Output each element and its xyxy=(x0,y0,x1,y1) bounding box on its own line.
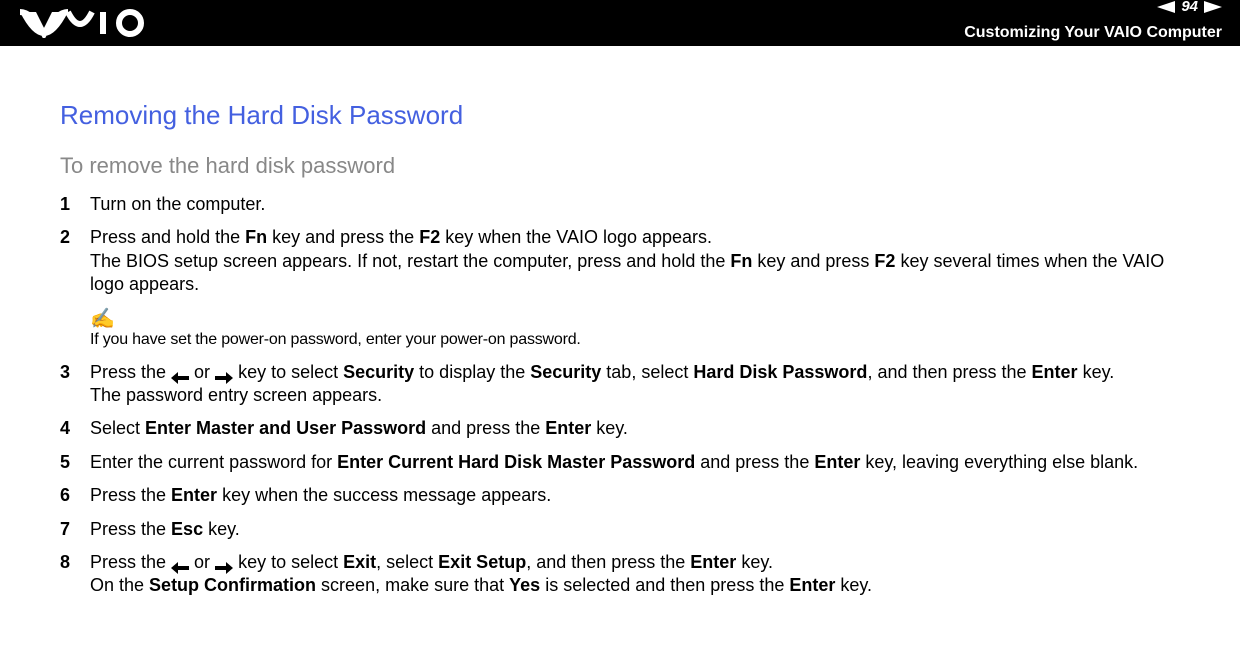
key-label: Enter xyxy=(545,418,591,438)
ui-label: Security xyxy=(343,362,414,382)
key-label: Fn xyxy=(730,251,752,271)
step-text: screen, make sure that xyxy=(316,575,509,595)
step-text: key. xyxy=(591,418,628,438)
step-item: 3 Press the or key to select Security to… xyxy=(60,361,1180,408)
key-label: Enter xyxy=(171,485,217,505)
step-text: Select xyxy=(90,418,145,438)
step-body: Select Enter Master and User Password an… xyxy=(90,417,1180,440)
step-text: The BIOS setup screen appears. If not, r… xyxy=(90,251,730,271)
step-number: 2 xyxy=(60,226,90,296)
vaio-logo xyxy=(18,8,158,38)
step-text: tab, select xyxy=(601,362,693,382)
page-content: Removing the Hard Disk Password To remov… xyxy=(0,46,1240,598)
ui-label: Yes xyxy=(509,575,540,595)
step-text: The password entry screen appears. xyxy=(90,384,1180,407)
step-item: 5 Enter the current password for Enter C… xyxy=(60,451,1180,474)
step-body: Press and hold the Fn key and press the … xyxy=(90,226,1180,296)
step-number: 3 xyxy=(60,361,90,408)
key-label: Enter xyxy=(1032,362,1078,382)
step-text: key and press the xyxy=(267,227,419,247)
step-text: Press the xyxy=(90,519,171,539)
step-body: Press the Enter key when the success mes… xyxy=(90,484,1180,507)
step-number: 7 xyxy=(60,518,90,541)
step-text: and press the xyxy=(695,452,814,472)
step-text: Press the xyxy=(90,485,171,505)
ui-label: Exit xyxy=(343,552,376,572)
step-body: Press the or key to select Exit, select … xyxy=(90,551,1180,598)
key-label: Enter xyxy=(814,452,860,472)
step-text: key when the VAIO logo appears. xyxy=(440,227,712,247)
key-label: Enter xyxy=(690,552,736,572)
step-text: key to select xyxy=(233,552,343,572)
step-body: Press the or key to select Security to d… xyxy=(90,361,1180,408)
step-text: is selected and then press the xyxy=(540,575,789,595)
step-text: Press and hold the xyxy=(90,227,245,247)
step-text: to display the xyxy=(414,362,530,382)
key-label: Fn xyxy=(245,227,267,247)
step-text: key and press xyxy=(752,251,874,271)
step-text: key, leaving everything else blank. xyxy=(860,452,1138,472)
step-item: 2 Press and hold the Fn key and press th… xyxy=(60,226,1180,296)
step-item: 4 Select Enter Master and User Password … xyxy=(60,417,1180,440)
step-text: and press the xyxy=(426,418,545,438)
ui-label: Setup Confirmation xyxy=(149,575,316,595)
step-text: or xyxy=(189,552,215,572)
step-number: 8 xyxy=(60,551,90,598)
step-text: Press the xyxy=(90,362,171,382)
key-label: Enter xyxy=(789,575,835,595)
ui-label: Hard Disk Password xyxy=(693,362,867,382)
arrow-left-icon xyxy=(171,367,189,379)
step-text: , and then press the xyxy=(867,362,1031,382)
ui-label: Exit Setup xyxy=(438,552,526,572)
step-text: key when the success message appears. xyxy=(217,485,551,505)
key-label: F2 xyxy=(419,227,440,247)
ui-label: Enter Master and User Password xyxy=(145,418,426,438)
step-body: Press the Esc key. xyxy=(90,518,1180,541)
step-number: 1 xyxy=(60,193,90,216)
page-subtitle: To remove the hard disk password xyxy=(60,153,1180,179)
arrow-right-icon xyxy=(215,557,233,569)
step-item: 6 Press the Enter key when the success m… xyxy=(60,484,1180,507)
step-text: Press the xyxy=(90,552,171,572)
step-number: 4 xyxy=(60,417,90,440)
ui-label: Security xyxy=(530,362,601,382)
nav-prev-icon[interactable] xyxy=(1157,1,1175,13)
step-text: On the xyxy=(90,575,149,595)
step-body: Turn on the computer. xyxy=(90,193,1180,216)
step-text: , select xyxy=(376,552,438,572)
step-item: 8 Press the or key to select Exit, selec… xyxy=(60,551,1180,598)
note-text: If you have set the power-on password, e… xyxy=(90,331,1180,349)
step-number: 5 xyxy=(60,451,90,474)
step-body: Enter the current password for Enter Cur… xyxy=(90,451,1180,474)
key-label: Esc xyxy=(171,519,203,539)
nav-next-icon[interactable] xyxy=(1204,1,1222,13)
step-item: 1 Turn on the computer. xyxy=(60,193,1180,216)
page-header: 94 Customizing Your VAIO Computer xyxy=(0,0,1240,46)
step-item: 7 Press the Esc key. xyxy=(60,518,1180,541)
ui-label: Enter Current Hard Disk Master Password xyxy=(337,452,695,472)
note-block: ✍ If you have set the power-on password,… xyxy=(90,309,1180,349)
note-icon: ✍ xyxy=(90,309,1180,329)
key-label: F2 xyxy=(874,251,895,271)
step-text: key. xyxy=(1078,362,1115,382)
step-text: Turn on the computer. xyxy=(90,194,265,214)
step-text: Enter the current password for xyxy=(90,452,337,472)
arrow-left-icon xyxy=(171,557,189,569)
step-text: key. xyxy=(203,519,240,539)
step-text: , and then press the xyxy=(526,552,690,572)
step-text: key. xyxy=(736,552,773,572)
page-title: Removing the Hard Disk Password xyxy=(60,100,1180,131)
step-text: key. xyxy=(835,575,872,595)
step-text: or xyxy=(189,362,215,382)
step-text: key to select xyxy=(233,362,343,382)
breadcrumb: Customizing Your VAIO Computer xyxy=(964,24,1222,42)
page-nav: 94 xyxy=(1157,0,1222,15)
page-number: 94 xyxy=(1181,0,1198,15)
arrow-right-icon xyxy=(215,367,233,379)
step-number: 6 xyxy=(60,484,90,507)
